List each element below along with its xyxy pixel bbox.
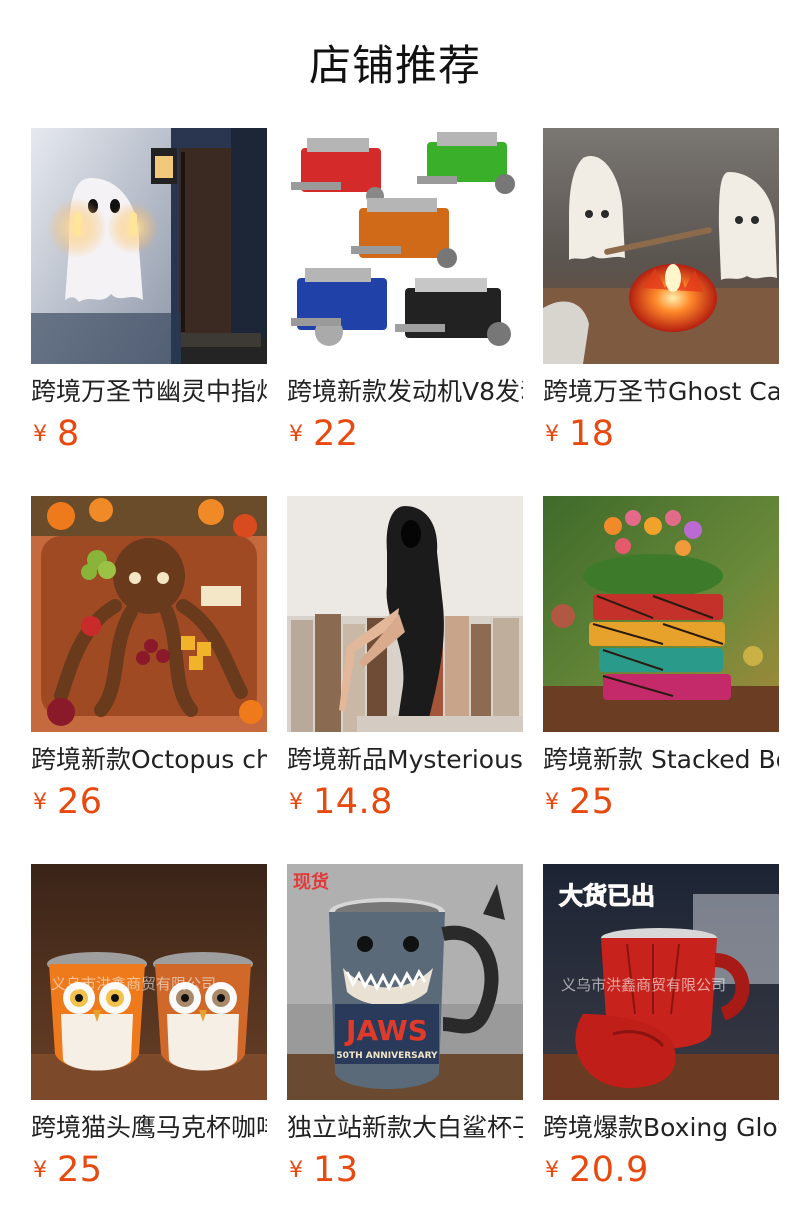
- price-value: 25: [57, 1150, 103, 1190]
- product-card[interactable]: 跨境新品Mysterious Reader ¥14.8: [287, 496, 523, 822]
- product-name[interactable]: 跨境新款发动机V8发动机模型: [287, 374, 523, 410]
- product-image-ghost-lamp[interactable]: [31, 128, 267, 364]
- currency-symbol: ¥: [545, 789, 559, 815]
- product-price: ¥18: [543, 414, 615, 458]
- mug-print-jaws: JAWS: [344, 1014, 428, 1047]
- currency-symbol: ¥: [545, 1157, 559, 1183]
- product-name[interactable]: 独立站新款大白鲨杯子: [287, 1110, 523, 1146]
- price-value: 26: [57, 782, 103, 822]
- product-name[interactable]: 跨境万圣节幽灵中指灯: [31, 374, 267, 410]
- product-card[interactable]: 跨境新款 Stacked Books ¥25: [543, 496, 779, 822]
- product-price: ¥13: [287, 1150, 359, 1194]
- currency-symbol: ¥: [289, 421, 303, 447]
- product-image-owl-mugs[interactable]: 义乌市洪鑫商贸有限公司: [31, 864, 267, 1100]
- product-grid: 跨境万圣节幽灵中指灯 ¥8 跨境新款发动机V8发 ¥ 22 跨境万圣节Ghost…: [31, 128, 779, 1190]
- product-name[interactable]: 跨境新款 Stacked Books: [543, 742, 779, 778]
- product-price: ¥14.8: [287, 782, 393, 826]
- product-image-octopus-board[interactable]: [31, 496, 267, 732]
- section-title: 店铺推荐: [308, 41, 481, 90]
- product-card[interactable]: 跨境新款发动机V8发动机模型 ¥22: [287, 128, 523, 454]
- store-recommendations-page: 店铺推荐 跨境万圣节幽灵中指灯 ¥ 8 跨境新款发动机V8发 ¥ 22 跨境万圣…: [0, 0, 790, 1232]
- stock-badge: 现货: [293, 871, 329, 893]
- watermark-text: 义乌市洪鑫商贸有限公司: [561, 976, 726, 994]
- product-card[interactable]: 跨境万圣节幽灵中指灯 ¥8: [31, 128, 267, 454]
- watermark-text: 义乌市洪鑫商贸有限公司: [51, 975, 216, 993]
- product-price: ¥26: [31, 782, 103, 826]
- product-price: ¥25: [543, 782, 615, 826]
- product-image-book-planter[interactable]: [543, 496, 779, 732]
- product-price: ¥8: [31, 414, 80, 458]
- price-value: 14.8: [313, 782, 393, 822]
- price-value: 20.9: [569, 1150, 649, 1190]
- product-card[interactable]: 跨境新款Octopus charcuterie ¥26: [31, 496, 267, 822]
- price-value: 22: [313, 414, 359, 454]
- product-name[interactable]: 跨境猫头鹰马克杯咖啡杯: [31, 1110, 267, 1146]
- product-card[interactable]: JAWS 50TH ANNIVERSARY 现货 独立站新款大白鲨杯子 ¥13: [287, 864, 523, 1190]
- product-image-hooded-reader[interactable]: [287, 496, 523, 732]
- product-card[interactable]: 义乌市洪鑫商贸有限公司 跨境猫头鹰马克杯咖啡杯 ¥25: [31, 864, 267, 1190]
- stock-badge: 大货已出: [559, 882, 655, 910]
- currency-symbol: ¥: [289, 1157, 303, 1183]
- currency-symbol: ¥: [545, 421, 559, 447]
- currency-symbol: ¥: [289, 789, 303, 815]
- product-name[interactable]: 跨境新款Octopus charcuterie: [31, 742, 267, 778]
- price-value: 13: [313, 1150, 359, 1190]
- product-image-ghost-candle[interactable]: [543, 128, 779, 364]
- product-name[interactable]: 跨境新品Mysterious Reader: [287, 742, 523, 778]
- product-price: ¥25: [31, 1150, 103, 1194]
- price-value: 18: [569, 414, 615, 454]
- product-image-boxing-glove-mug[interactable]: 大货已出 义乌市洪鑫商贸有限公司: [543, 864, 779, 1100]
- price-value: 8: [57, 414, 80, 454]
- product-name[interactable]: 跨境爆款Boxing Glove Mug: [543, 1110, 779, 1146]
- mug-print-anniversary: 50TH ANNIVERSARY: [336, 1051, 438, 1061]
- product-price: ¥22: [287, 414, 359, 458]
- currency-symbol: ¥: [33, 1157, 47, 1183]
- currency-symbol: ¥: [33, 789, 47, 815]
- currency-symbol: ¥: [33, 421, 47, 447]
- product-card[interactable]: 跨境万圣节Ghost Candle ¥18: [543, 128, 779, 454]
- product-image-shark-mug[interactable]: JAWS 50TH ANNIVERSARY 现货: [287, 864, 523, 1100]
- price-value: 25: [569, 782, 615, 822]
- product-image-engines[interactable]: [287, 128, 523, 364]
- product-name[interactable]: 跨境万圣节Ghost Candle: [543, 374, 779, 410]
- product-card[interactable]: 大货已出 义乌市洪鑫商贸有限公司 跨境爆款Boxing Glove Mug ¥2…: [543, 864, 779, 1190]
- product-price: ¥20.9: [543, 1150, 649, 1194]
